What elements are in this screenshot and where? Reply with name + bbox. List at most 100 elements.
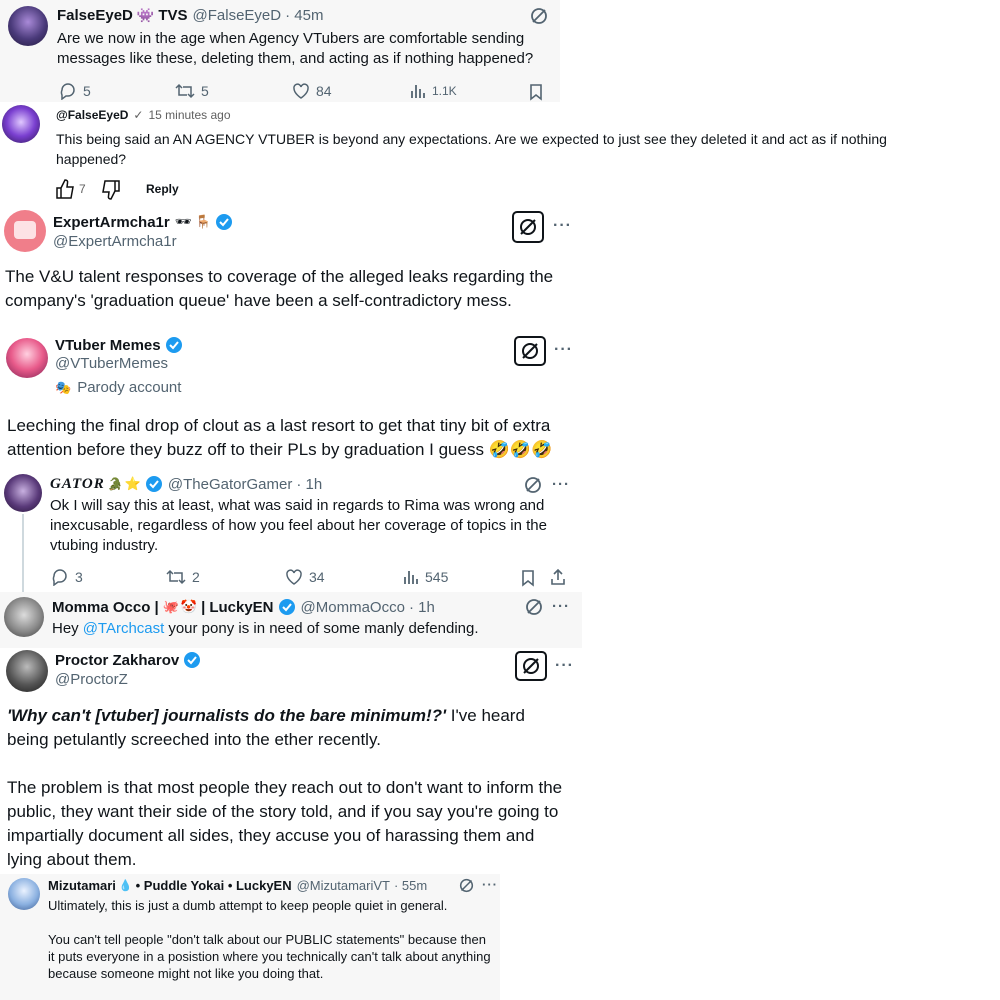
timestamp[interactable]: · 55m [394, 878, 427, 893]
armchair-icon [14, 221, 36, 239]
timestamp[interactable]: · 1h [296, 476, 322, 493]
timestamp[interactable]: · 1h [409, 599, 435, 616]
comment-author[interactable]: @FalseEyeD [56, 108, 128, 122]
comment-time[interactable]: 15 minutes ago [148, 108, 230, 122]
reply-icon [52, 569, 67, 586]
sunglasses-icon: 🕶 [174, 214, 192, 229]
reply-icon [60, 83, 75, 100]
author-name-rest[interactable]: • Puddle Yokai • LuckyEN [136, 878, 292, 893]
grok-button[interactable] [514, 336, 546, 366]
author-name[interactable]: FalseEyeD [57, 7, 133, 24]
grok-button[interactable] [512, 211, 544, 243]
more-options-icon[interactable]: ··· [482, 877, 498, 892]
verified-check-icon: ✓ [133, 108, 144, 122]
verified-badge-icon [165, 337, 182, 353]
author-name[interactable]: GATOR [50, 476, 105, 493]
star-icon: ⭐ [124, 476, 141, 491]
author-name-tag[interactable]: LuckyEN [209, 599, 273, 616]
name-separator: | [201, 598, 206, 616]
clown-icon: 🤡 [180, 599, 198, 614]
quoted-phrase: 'Why can't [vtuber] journalists do the b… [7, 706, 447, 725]
repost-icon [166, 569, 186, 585]
author-name-suffix[interactable]: TVS [158, 7, 187, 24]
grok-icon[interactable] [525, 598, 543, 621]
more-options-icon[interactable]: ··· [552, 476, 570, 493]
thumbs-down-icon[interactable] [100, 179, 122, 206]
parody-label: Parody account [77, 379, 182, 396]
like-count: 34 [309, 569, 325, 585]
author-name[interactable]: Proctor Zakharov [55, 652, 179, 669]
repost-button[interactable]: 2 [166, 568, 200, 586]
view-count: 1.1K [432, 84, 457, 98]
avatar[interactable] [2, 105, 40, 143]
author-handle[interactable]: @ProctorZ [55, 671, 128, 688]
reply-button[interactable]: Reply [146, 182, 179, 196]
views-button[interactable]: 1.1K [410, 82, 457, 100]
repost-count: 5 [201, 83, 209, 99]
grok-button[interactable] [515, 651, 547, 681]
reply-button[interactable]: 3 [51, 568, 83, 586]
avatar[interactable] [4, 597, 44, 637]
reply-button[interactable]: 5 [59, 82, 91, 100]
like-button[interactable]: 84 [292, 82, 332, 100]
alien-monster-icon: 👾 [136, 7, 155, 23]
grok-icon[interactable] [530, 7, 548, 30]
mention-link[interactable]: @TArchcast [83, 620, 165, 637]
more-options-icon[interactable]: ··· [553, 217, 572, 235]
tweet-text: Are we now in the age when Agency VTuber… [57, 30, 534, 67]
comment-text: This being said an AN AGENCY VTUBER is b… [56, 131, 887, 167]
repost-count: 2 [192, 569, 200, 585]
like-button[interactable]: 34 [285, 568, 325, 586]
thread-line [22, 514, 24, 592]
author-handle[interactable]: @ExpertArmcha1r [53, 233, 177, 250]
author-name[interactable]: ExpertArmcha1r [53, 214, 170, 231]
avatar[interactable] [8, 878, 40, 910]
avatar[interactable] [6, 338, 48, 378]
avatar[interactable] [4, 210, 46, 252]
tweet-text: The V&U talent responses to coverage of … [5, 267, 554, 310]
more-options-icon[interactable]: ··· [554, 341, 573, 359]
tweet-vtubermemes: VTuber Memes @VTuberMemes 🎭 Parody accou… [0, 334, 590, 464]
grok-icon [520, 219, 536, 235]
avatar[interactable] [4, 474, 42, 512]
bookmark-icon[interactable] [528, 83, 544, 102]
tweet-text-paragraph-1: 'Why can't [vtuber] journalists do the b… [7, 704, 567, 752]
analytics-icon [411, 85, 425, 98]
like-count: 84 [316, 83, 332, 99]
tweet-gator: GATOR 🐊 ⭐ @TheGatorGamer · 1h ··· Ok I w… [0, 464, 580, 592]
more-options-icon[interactable]: ··· [555, 657, 574, 675]
author-name[interactable]: VTuber Memes [55, 337, 161, 354]
repost-icon [175, 83, 195, 99]
reply-count: 3 [75, 569, 83, 585]
verified-badge-icon [184, 652, 201, 668]
crocodile-icon: 🐊 [107, 477, 123, 491]
heart-icon [293, 83, 309, 99]
avatar[interactable] [8, 6, 48, 46]
author-name[interactable]: Mizutamari [48, 878, 116, 893]
tweet-mommaocco: Momma Occo | 🐙 🤡 | LuckyEN @MommaOcco · … [0, 592, 582, 648]
verified-badge-icon [216, 214, 233, 230]
views-button[interactable]: 545 [403, 568, 448, 586]
share-icon[interactable] [549, 568, 567, 591]
reply-count: 5 [83, 83, 91, 99]
youtube-comment: @FalseEyeD ✓ 15 minutes ago This being s… [0, 102, 1000, 206]
author-handle[interactable]: @MizutamariVT [297, 878, 390, 893]
author-handle[interactable]: @TheGatorGamer [168, 476, 292, 493]
author-handle[interactable]: @VTuberMemes [55, 355, 168, 372]
grok-icon [522, 343, 538, 359]
view-count: 545 [425, 569, 449, 585]
chair-icon: 🪑 [195, 214, 212, 229]
author-handle[interactable]: @FalseEyeD [193, 7, 282, 24]
more-options-icon[interactable]: ··· [552, 598, 570, 615]
thumbs-up-icon[interactable] [54, 178, 76, 205]
parody-mask-icon: 🎭 [55, 379, 72, 395]
tweet-falseeyed: FalseEyeD 👾 TVS @FalseEyeD · 45m Are we … [0, 0, 560, 102]
grok-icon[interactable] [459, 878, 474, 898]
author-handle[interactable]: @MommaOcco [301, 599, 405, 616]
timestamp[interactable]: · 45m [285, 7, 323, 24]
author-name[interactable]: Momma Occo | [52, 599, 159, 616]
avatar[interactable] [6, 650, 48, 692]
analytics-icon [404, 571, 418, 584]
repost-button[interactable]: 5 [175, 82, 209, 100]
bookmark-icon[interactable] [520, 569, 536, 592]
